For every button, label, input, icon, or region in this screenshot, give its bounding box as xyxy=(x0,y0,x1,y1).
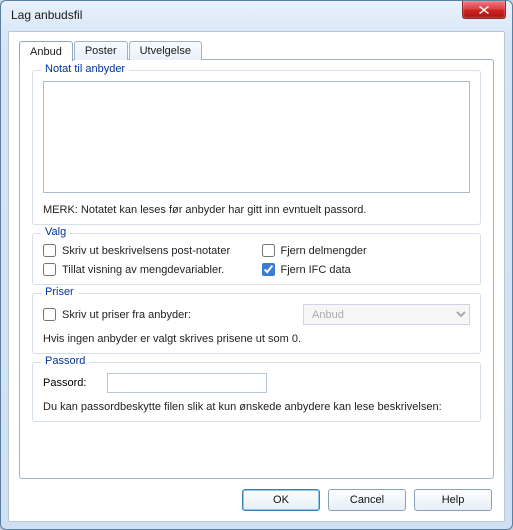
tab-strip: Anbud Poster Utvelgelse xyxy=(19,38,494,60)
tab-poster[interactable]: Poster xyxy=(74,41,128,60)
notat-merk-text: MERK: Notatet kan leses før anbyder har … xyxy=(43,204,470,216)
titlebar[interactable]: Lag anbudsfil xyxy=(1,1,512,29)
checkbox-label: Tillat visning av mengdevariabler. xyxy=(62,264,224,276)
checkbox-fjern-ifc[interactable]: Fjern IFC data xyxy=(262,263,471,276)
group-notat: Notat til anbyder MERK: Notatet kan lese… xyxy=(32,70,481,225)
checkbox-input-fjern-ifc[interactable] xyxy=(262,263,275,276)
checkbox-label: Skriv ut priser fra anbyder: xyxy=(62,309,191,321)
legend-passord: Passord xyxy=(41,355,89,367)
passord-label: Passord: xyxy=(43,377,99,389)
checkbox-input-fjern-delmengder[interactable] xyxy=(262,244,275,257)
checkbox-skriv-priser[interactable]: Skriv ut priser fra anbyder: xyxy=(43,308,293,321)
legend-priser: Priser xyxy=(41,286,78,298)
notat-textarea[interactable] xyxy=(43,81,470,193)
window-title: Lag anbudsfil xyxy=(11,8,506,22)
anbyder-combo[interactable]: Anbud xyxy=(303,304,470,325)
close-button[interactable] xyxy=(462,1,506,19)
checkbox-label: Skriv ut beskrivelsens post-notater xyxy=(62,245,230,257)
help-button[interactable]: Help xyxy=(414,489,492,511)
checkbox-tillat-mengdevariabler[interactable]: Tillat visning av mengdevariabler. xyxy=(43,263,252,276)
checkbox-input-tillat-mengdevariabler[interactable] xyxy=(43,263,56,276)
tabpanel-anbud: Notat til anbyder MERK: Notatet kan lese… xyxy=(19,59,494,479)
priser-hint-text: Hvis ingen anbyder er valgt skrives pris… xyxy=(43,333,470,345)
checkbox-input-skriv-post-notater[interactable] xyxy=(43,244,56,257)
tab-utvelgelse[interactable]: Utvelgelse xyxy=(129,41,202,60)
checkbox-skriv-post-notater[interactable]: Skriv ut beskrivelsens post-notater xyxy=(43,244,252,257)
dialog-footer: OK Cancel Help xyxy=(242,489,492,511)
close-icon xyxy=(479,6,489,14)
checkbox-fjern-delmengder[interactable]: Fjern delmengder xyxy=(262,244,471,257)
checkbox-label: Fjern IFC data xyxy=(281,264,351,276)
client-area: Anbud Poster Utvelgelse Notat til anbyde… xyxy=(8,31,505,522)
group-priser: Priser Skriv ut priser fra anbyder: Anbu… xyxy=(32,293,481,354)
legend-notat: Notat til anbyder xyxy=(41,63,129,75)
passord-hint-text: Du kan passordbeskytte filen slik at kun… xyxy=(43,401,470,413)
passord-input[interactable] xyxy=(107,373,267,393)
tab-anbud[interactable]: Anbud xyxy=(19,41,73,61)
checkbox-label: Fjern delmengder xyxy=(281,245,367,257)
group-passord: Passord Passord: Du kan passordbeskytte … xyxy=(32,362,481,422)
checkbox-input-skriv-priser[interactable] xyxy=(43,308,56,321)
cancel-button[interactable]: Cancel xyxy=(328,489,406,511)
ok-button[interactable]: OK xyxy=(242,489,320,511)
legend-valg: Valg xyxy=(41,226,70,238)
group-valg: Valg Skriv ut beskrivelsens post-notater… xyxy=(32,233,481,285)
dialog-window: Lag anbudsfil Anbud Poster Utvelgelse No… xyxy=(0,0,513,530)
